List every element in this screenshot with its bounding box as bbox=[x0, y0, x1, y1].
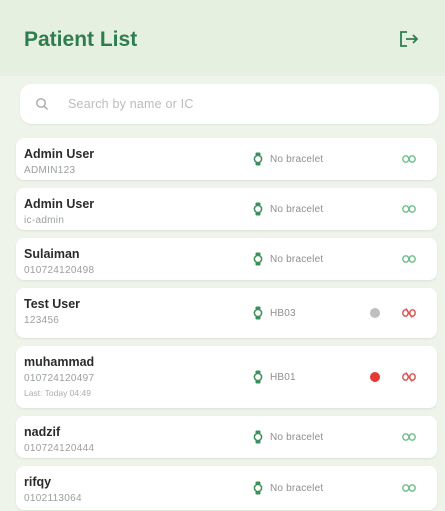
patient-name: muhammad bbox=[24, 355, 95, 369]
bracelet-status: HB03 bbox=[252, 306, 296, 320]
watch-icon bbox=[252, 202, 264, 216]
patient-row[interactable]: nadzif 010724120444 No bracelet bbox=[16, 416, 437, 458]
search-placeholder: Search by name or IC bbox=[68, 97, 194, 111]
search-icon bbox=[34, 96, 50, 112]
link-icon[interactable] bbox=[402, 154, 416, 164]
patient-ic: 0102113064 bbox=[24, 493, 82, 504]
patient-name: nadzif bbox=[24, 425, 61, 439]
logout-icon[interactable] bbox=[396, 28, 422, 50]
link-icon[interactable] bbox=[402, 254, 416, 264]
bracelet-status: No bracelet bbox=[252, 481, 323, 495]
bracelet-label: HB01 bbox=[270, 371, 296, 383]
unlink-icon[interactable] bbox=[402, 372, 416, 382]
patient-ic: ic-admin bbox=[24, 215, 65, 226]
patient-ic: ADMIN123 bbox=[24, 165, 76, 176]
patient-ic: 010724120497 bbox=[24, 373, 95, 384]
bracelet-status: No bracelet bbox=[252, 430, 323, 444]
patient-name: rifqy bbox=[24, 475, 52, 489]
bracelet-label: No bracelet bbox=[270, 431, 324, 443]
link-icon[interactable] bbox=[402, 432, 416, 442]
patient-name: Admin User bbox=[24, 197, 95, 211]
watch-icon bbox=[252, 252, 264, 266]
watch-icon bbox=[252, 370, 264, 384]
bracelet-status: HB01 bbox=[252, 370, 296, 384]
page-title: Patient List bbox=[24, 28, 138, 51]
patient-name: Sulaiman bbox=[24, 247, 80, 261]
patient-row[interactable]: rifqy 0102113064 No bracelet bbox=[16, 466, 437, 510]
bracelet-status: No bracelet bbox=[252, 202, 323, 216]
patient-ic: 123456 bbox=[24, 315, 60, 326]
watch-icon bbox=[252, 152, 264, 166]
patient-ic: 010724120498 bbox=[24, 265, 95, 276]
patient-row[interactable]: Test User 123456 HB03 bbox=[16, 288, 437, 338]
bracelet-label: HB03 bbox=[270, 307, 296, 319]
patient-ic: 010724120444 bbox=[24, 443, 95, 454]
bracelet-label: No bracelet bbox=[270, 153, 324, 165]
watch-icon bbox=[252, 481, 264, 495]
bracelet-label: No bracelet bbox=[270, 253, 324, 265]
patient-row[interactable]: Admin User ADMIN123 No bracelet bbox=[16, 138, 437, 180]
patient-row[interactable]: Admin User ic-admin No bracelet bbox=[16, 188, 437, 230]
link-icon[interactable] bbox=[402, 483, 416, 493]
bracelet-status: No bracelet bbox=[252, 152, 323, 166]
header: Patient List bbox=[0, 0, 445, 76]
patient-list-screen: Patient List Search by name or IC Admin … bbox=[0, 0, 445, 511]
last-seen: Last: Today 04:49 bbox=[24, 388, 91, 398]
patient-row[interactable]: Sulaiman 010724120498 No bracelet bbox=[16, 238, 437, 280]
watch-icon bbox=[252, 306, 264, 320]
bracelet-status: No bracelet bbox=[252, 252, 323, 266]
connection-indicator bbox=[370, 308, 380, 318]
bracelet-label: No bracelet bbox=[270, 203, 324, 215]
unlink-icon[interactable] bbox=[402, 308, 416, 318]
link-icon[interactable] bbox=[402, 204, 416, 214]
patient-name: Admin User bbox=[24, 147, 95, 161]
patient-name: Test User bbox=[24, 297, 81, 311]
patient-row[interactable]: muhammad 010724120497 Last: Today 04:49 HB0… bbox=[16, 346, 437, 408]
bracelet-label: No bracelet bbox=[270, 482, 324, 494]
search-input[interactable]: Search by name or IC bbox=[20, 84, 439, 124]
watch-icon bbox=[252, 430, 264, 444]
connection-indicator bbox=[370, 372, 380, 382]
